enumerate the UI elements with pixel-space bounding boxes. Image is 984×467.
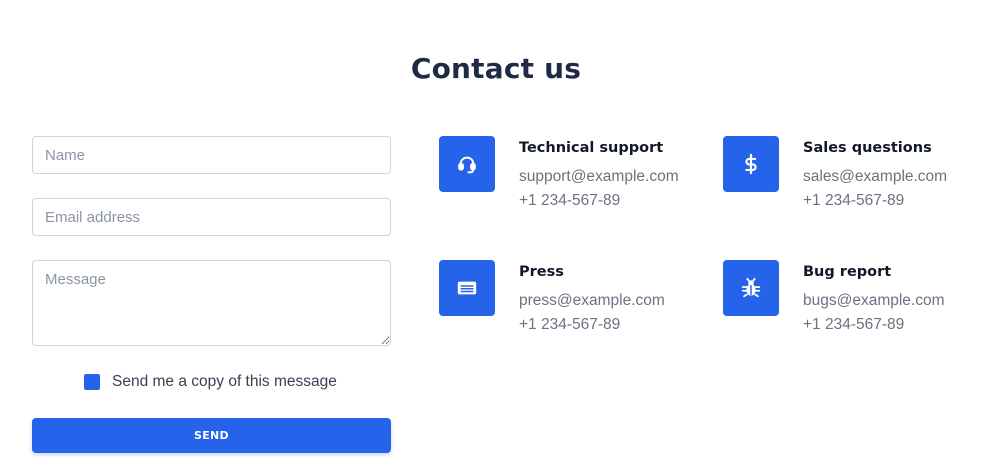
message-textarea[interactable] xyxy=(32,260,391,346)
contact-card-email: bugs@example.com xyxy=(803,292,945,309)
contact-card-title: Sales questions xyxy=(803,140,932,156)
send-button[interactable]: SEND xyxy=(32,418,391,453)
contact-card-email: support@example.com xyxy=(519,168,679,185)
contact-card-phone: +1 234-567-89 xyxy=(519,192,621,209)
contact-card-phone: +1 234-567-89 xyxy=(803,316,905,333)
contact-card-bug-report: Bug report bugs@example.com +1 234-567-8… xyxy=(723,260,983,340)
contact-card-technical-support: Technical support support@example.com +1… xyxy=(439,136,699,216)
email-input[interactable] xyxy=(32,198,391,236)
headset-icon xyxy=(439,136,495,192)
bug-icon xyxy=(723,260,779,316)
send-copy-checkbox[interactable] xyxy=(84,374,100,390)
contact-card-title: Press xyxy=(519,264,564,280)
contact-card-email: sales@example.com xyxy=(803,168,948,185)
contact-card-title: Technical support xyxy=(519,140,664,156)
contact-card-phone: +1 234-567-89 xyxy=(519,316,621,333)
contact-card-title: Bug report xyxy=(803,264,892,280)
dollar-icon xyxy=(723,136,779,192)
contact-card-sales-questions: Sales questions sales@example.com +1 234… xyxy=(723,136,983,216)
send-copy-label: Send me a copy of this message xyxy=(112,373,337,390)
newspaper-icon xyxy=(439,260,495,316)
contact-page: Contact us Send me a copy of this messag… xyxy=(0,0,984,467)
contact-card-email: press@example.com xyxy=(519,292,665,309)
contact-card-press: Press press@example.com +1 234-567-89 xyxy=(439,260,699,340)
page-title: Contact us xyxy=(410,52,582,85)
contact-card-phone: +1 234-567-89 xyxy=(803,192,905,209)
name-input[interactable] xyxy=(32,136,391,174)
send-copy-option[interactable]: Send me a copy of this message xyxy=(84,373,337,391)
